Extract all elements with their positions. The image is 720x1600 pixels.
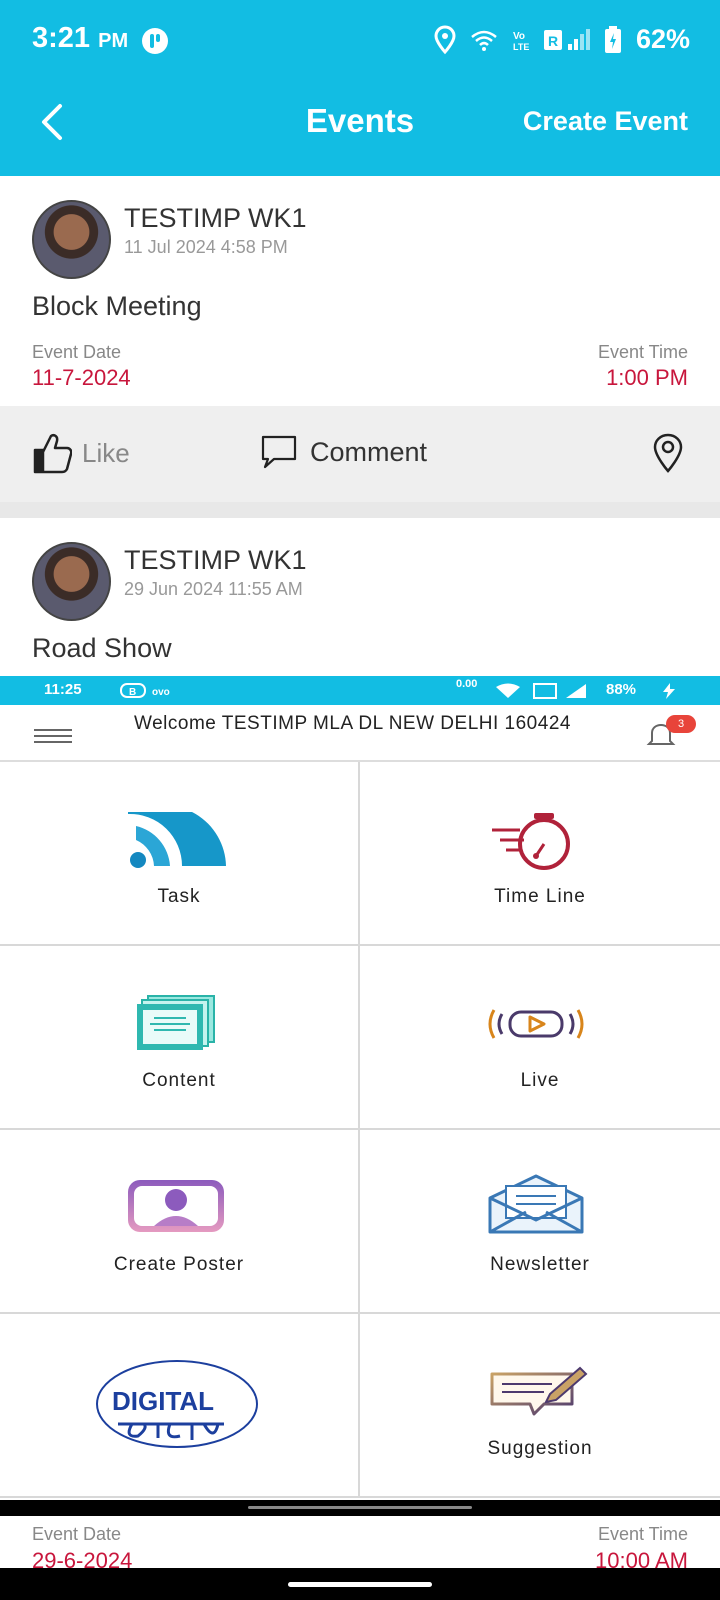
svg-text:Vo: Vo [513, 31, 525, 42]
event-actions-bar: Like Comment [0, 406, 720, 502]
tile-label: Live [520, 1070, 560, 1091]
suggestion-icon [490, 1366, 588, 1416]
welcome-text: Welcome TESTIMP MLA DL NEW DELHI 160424 [134, 713, 571, 734]
avatar[interactable] [32, 200, 111, 279]
document-stack-icon [137, 995, 215, 1050]
battery-icon [604, 25, 621, 53]
signal-icon: R [543, 28, 590, 50]
location-pin-icon[interactable] [652, 432, 684, 474]
tile-newsletter[interactable]: Newsletter [360, 1130, 720, 1314]
envelope-icon [488, 1174, 584, 1234]
event-author: TESTIMP WK1 [124, 203, 307, 233]
tile-label: Newsletter [490, 1254, 590, 1275]
comment-icon [261, 435, 297, 469]
event-time: 1:00 PM [606, 365, 688, 390]
location-icon [434, 24, 456, 54]
tile-label: Create Poster [113, 1254, 245, 1275]
live-broadcast-icon [488, 1009, 584, 1039]
home-indicator[interactable] [288, 1582, 432, 1587]
rss-icon [128, 812, 226, 868]
event-title: Road Show [32, 633, 172, 663]
thumbs-up-icon [33, 433, 72, 474]
menu-icon[interactable] [34, 729, 72, 747]
tile-task[interactable]: Task [0, 762, 360, 946]
card-divider [0, 502, 720, 518]
tile-content[interactable]: Content [0, 946, 360, 1130]
charging-icon [663, 683, 675, 699]
tile-timeline[interactable]: Time Line [360, 762, 720, 946]
comment-label: Comment [310, 436, 428, 467]
embedded-signal-icons [496, 683, 586, 699]
event-posted-time: 11 Jul 2024 4:58 PM [124, 237, 288, 257]
tile-suggestion[interactable]: Suggestion [360, 1314, 720, 1498]
digital-saathi-logo: DIGITAL [96, 1360, 258, 1448]
comment-button[interactable]: Comment [260, 434, 427, 470]
create-event-button[interactable]: Create Event [523, 106, 688, 137]
event-time: 10:00 AM [595, 1548, 688, 1568]
event-time-label: Event Time [597, 1524, 688, 1544]
event-time-label: Event Time [597, 342, 688, 362]
like-button[interactable]: Like [32, 432, 130, 474]
app-notification-icon [142, 28, 168, 54]
battery-percent: 62% [635, 24, 690, 54]
poster-profile-icon [128, 1180, 224, 1232]
tile-label: Suggestion [487, 1438, 593, 1459]
volte-icon: VoLTE [513, 31, 529, 52]
svg-text:R: R [548, 33, 558, 49]
event-author: TESTIMP WK1 [124, 545, 307, 575]
event-image[interactable]: 11:25 Bovo 0.00 88% Welcome TESTIMP MLA … [0, 676, 720, 1500]
event-date: 29-6-2024 [32, 1548, 133, 1568]
event-title: Block Meeting [32, 291, 202, 321]
status-bar: 3:21 PM Vo LTE R 62% [0, 0, 720, 82]
event-date: 11-7-2024 [32, 365, 131, 390]
embedded-header: Welcome TESTIMP MLA DL NEW DELHI 160424 … [0, 705, 720, 762]
event-date-label: Event Date [32, 342, 122, 362]
tile-label: Task [157, 886, 201, 907]
avatar[interactable] [32, 542, 111, 621]
status-icons: Vo LTE R 62% [434, 24, 690, 55]
embedded-notification-icons: Bovo [120, 683, 170, 698]
svg-text:LTE: LTE [513, 42, 529, 52]
logo-text: DIGITAL [112, 1386, 214, 1416]
stopwatch-icon [492, 813, 570, 870]
event-posted-time: 29 Jun 2024 11:55 AM [124, 579, 303, 599]
embedded-status-bar: 11:25 Bovo 0.00 88% [0, 676, 720, 705]
svg-text:B: B [129, 687, 136, 698]
event-card-peek: Event Date 29-6-2024 Event Time 10:00 AM [0, 1516, 720, 1568]
feature-grid: Task Time Line Content Live Create Poste… [0, 762, 720, 1498]
svg-text:ovo: ovo [152, 687, 170, 698]
tile-create-poster[interactable]: Create Poster [0, 1130, 360, 1314]
app-bar: Events Create Event [0, 82, 720, 176]
tile-live[interactable]: Live [360, 946, 720, 1130]
status-time: 3:21 PM [32, 22, 129, 54]
event-date-label: Event Date [32, 1524, 122, 1544]
embedded-data-speed: 0.00 [456, 678, 478, 690]
tile-digital-saathi[interactable]: DIGITAL [0, 1314, 360, 1498]
system-nav-bar [0, 1568, 720, 1600]
embedded-time: 11:25 [44, 681, 82, 698]
embedded-home-indicator [0, 1500, 720, 1516]
embedded-battery: 88% [606, 681, 637, 698]
tile-label: Time Line [494, 886, 586, 907]
tile-label: Content [142, 1070, 216, 1091]
notification-badge: 3 [666, 715, 696, 733]
like-label: Like [82, 437, 130, 468]
wifi-icon [471, 30, 497, 51]
